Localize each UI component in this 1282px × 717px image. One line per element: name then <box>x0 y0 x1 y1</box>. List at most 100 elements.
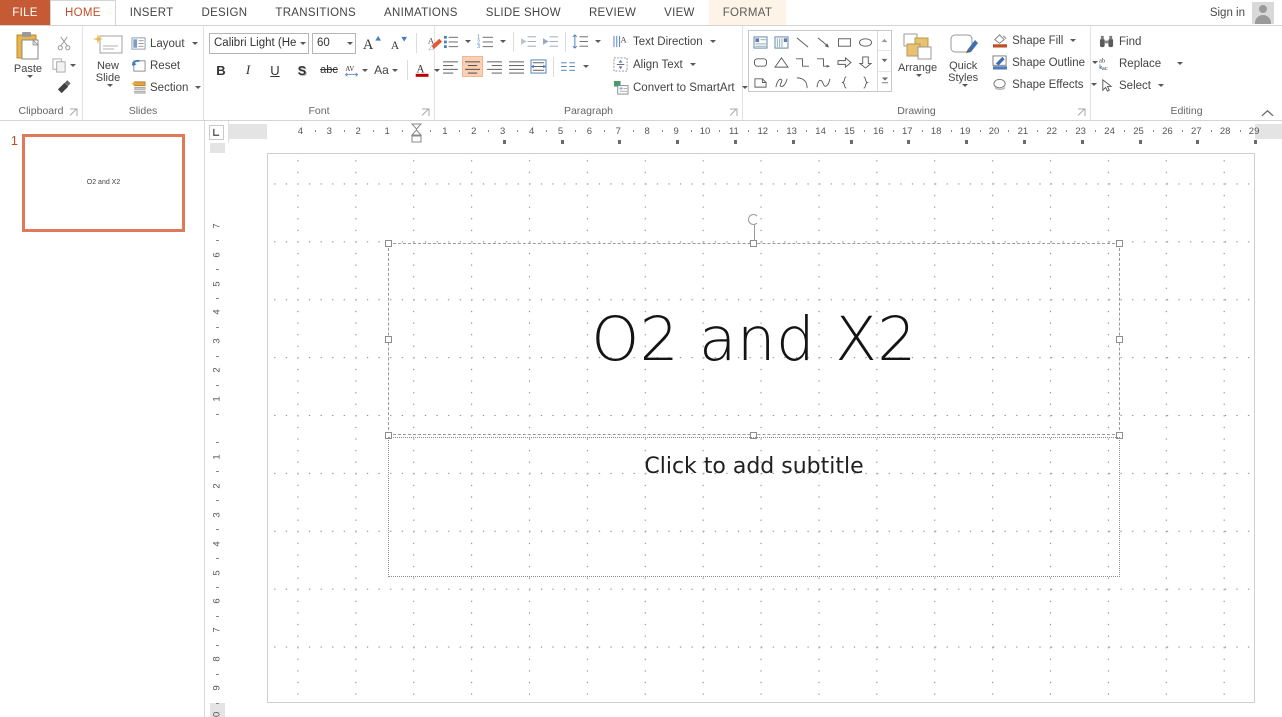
copy-button[interactable] <box>51 55 77 76</box>
section-dropdown-caret[interactable] <box>195 86 202 89</box>
title-placeholder[interactable]: O2 and X2 <box>388 243 1120 435</box>
italic-button[interactable]: I <box>236 59 260 81</box>
quick-styles-button[interactable]: Quick Styles <box>943 30 983 89</box>
align-text-caret[interactable] <box>689 63 696 66</box>
title-handle-top-right[interactable] <box>1116 240 1123 247</box>
decrease-indent-button[interactable] <box>518 31 539 52</box>
collapse-ribbon-icon[interactable] <box>1261 109 1274 118</box>
arrange-button[interactable]: Arrange <box>894 30 941 79</box>
slide-thumbnail-1[interactable]: O2 and X2 <box>22 134 185 232</box>
replace-button[interactable]: ab ac Replace <box>1096 53 1186 74</box>
shape-flowchart[interactable] <box>750 72 771 92</box>
numbering-button[interactable]: 1 2 3 <box>475 31 496 52</box>
line-spacing-button[interactable] <box>570 31 591 52</box>
columns-dropdown-caret[interactable] <box>583 65 589 68</box>
increase-font-size-button[interactable]: A <box>359 32 383 54</box>
align-text-button[interactable]: Align Text <box>610 54 751 75</box>
font-size-caret[interactable] <box>347 41 353 45</box>
slide-thumbnail-pane[interactable]: 1 O2 and X2 <box>0 121 205 717</box>
paragraph-dialog-launcher[interactable] <box>729 108 738 117</box>
shape-vertical-textbox[interactable] <box>771 32 792 52</box>
vertical-ruler[interactable]: 1 2 3 4 5 6 7 1 2 3 4 5 6 7 8 9 10 <box>205 143 229 717</box>
quick-styles-caret[interactable] <box>961 84 968 87</box>
layout-button[interactable]: Layout <box>128 33 204 54</box>
shapes-more-button[interactable] <box>878 72 891 91</box>
shape-left-brace[interactable] <box>834 72 855 92</box>
shape-fill-caret[interactable] <box>1070 39 1077 42</box>
clipboard-dialog-launcher[interactable] <box>69 108 78 117</box>
rotation-handle-icon[interactable] <box>748 214 759 225</box>
shape-right-brace[interactable] <box>855 72 876 92</box>
reset-button[interactable]: Reset <box>128 55 204 76</box>
bullets-dropdown-caret[interactable] <box>465 40 471 43</box>
shape-curve[interactable] <box>813 72 834 92</box>
layout-dropdown-caret[interactable] <box>191 42 198 45</box>
bold-button[interactable]: B <box>209 59 233 81</box>
distributed-button[interactable] <box>528 56 549 77</box>
find-button[interactable]: Find <box>1096 31 1144 52</box>
shape-scribble[interactable] <box>771 72 792 92</box>
shapes-gallery[interactable] <box>748 30 892 92</box>
shape-down-arrow[interactable] <box>855 52 876 72</box>
bullets-button[interactable] <box>440 31 461 52</box>
convert-to-smartart-button[interactable]: Convert to SmartArt <box>610 77 751 98</box>
paste-dropdown-caret[interactable] <box>26 75 33 78</box>
tab-review[interactable]: REVIEW <box>575 0 650 25</box>
title-handle-top-center[interactable] <box>750 240 757 247</box>
strikethrough-button[interactable]: abc <box>317 59 341 81</box>
shapes-scroll-up-button[interactable] <box>878 31 891 52</box>
shape-right-arrow[interactable] <box>834 52 855 72</box>
new-slide-dropdown-caret[interactable] <box>106 84 113 87</box>
shapes-scroll-down-button[interactable] <box>878 51 891 72</box>
copy-dropdown-caret[interactable] <box>70 64 76 67</box>
signin-area[interactable]: Sign in <box>1210 0 1282 25</box>
align-right-button[interactable] <box>484 56 505 77</box>
tab-format[interactable]: FORMAT <box>708 0 787 25</box>
drawing-dialog-launcher[interactable] <box>1077 108 1086 117</box>
font-name-caret[interactable] <box>300 41 306 45</box>
underline-button[interactable]: U <box>263 59 287 81</box>
shape-textbox[interactable] <box>750 32 771 52</box>
tab-selector[interactable] <box>205 121 229 143</box>
format-painter-button[interactable] <box>51 77 77 98</box>
text-shadow-button[interactable]: S <box>290 59 314 81</box>
tab-home[interactable]: HOME <box>50 0 116 25</box>
title-handle-top-left[interactable] <box>385 240 392 247</box>
slide-title-text[interactable]: O2 and X2 <box>591 304 916 375</box>
shape-outline-button[interactable]: Shape Outline <box>989 52 1101 73</box>
shape-fill-button[interactable]: Shape Fill <box>989 30 1101 51</box>
shape-effects-button[interactable]: Shape Effects <box>989 74 1101 95</box>
change-case-caret[interactable] <box>391 68 398 72</box>
text-direction-button[interactable]: A Text Direction <box>610 31 751 52</box>
section-button[interactable]: Section <box>128 77 204 98</box>
shape-elbow-connector[interactable] <box>792 52 813 72</box>
select-button[interactable]: Select <box>1096 75 1167 96</box>
tab-file[interactable]: FILE <box>0 0 50 25</box>
cut-button[interactable] <box>51 33 77 54</box>
select-caret[interactable] <box>1157 84 1164 87</box>
line-spacing-dropdown-caret[interactable] <box>595 40 601 43</box>
font-size-combo[interactable]: 60 <box>312 32 356 54</box>
tab-transitions[interactable]: TRANSITIONS <box>261 0 370 25</box>
justify-button[interactable] <box>506 56 527 77</box>
shape-line[interactable] <box>792 32 813 52</box>
shape-triangle[interactable] <box>771 52 792 72</box>
title-handle-middle-left[interactable] <box>385 336 392 343</box>
increase-indent-button[interactable] <box>540 31 561 52</box>
tab-insert[interactable]: INSERT <box>116 0 188 25</box>
arrange-caret[interactable] <box>916 74 923 77</box>
thumbnail-row[interactable]: 1 O2 and X2 <box>0 134 204 232</box>
first-line-indent-marker[interactable] <box>410 123 423 143</box>
change-case-button[interactable]: Aa <box>371 59 401 81</box>
columns-button[interactable] <box>558 56 579 77</box>
horizontal-ruler[interactable]: 4 3 2 1 1 2 3 4 5 6 7 8 9 10 11 12 13 14 15 16 17 18 19 20 21 22 2… <box>229 121 1282 144</box>
numbering-dropdown-caret[interactable] <box>500 40 506 43</box>
slide-canvas-area[interactable]: O2 and X2 Click to add subtitle <box>229 143 1282 717</box>
subtitle-placeholder[interactable]: Click to add subtitle <box>388 437 1120 577</box>
character-spacing-caret[interactable] <box>362 68 368 72</box>
tab-slide-show[interactable]: SLIDE SHOW <box>472 0 575 25</box>
title-handle-middle-right[interactable] <box>1116 336 1123 343</box>
shape-arc[interactable] <box>792 72 813 92</box>
shapes-gallery-scrollbar[interactable] <box>877 31 891 91</box>
shape-line-arrow[interactable] <box>813 32 834 52</box>
